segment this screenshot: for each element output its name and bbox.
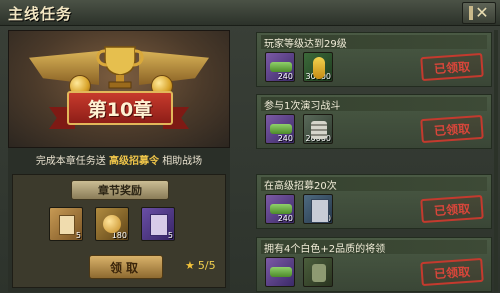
tank-icon[interactable] [265, 257, 295, 287]
chapter-label: 第10章 [87, 98, 153, 121]
task-row: 在高级招募20次 240 20 已领取 [256, 174, 492, 229]
chapter-banner: 第10章 [8, 30, 230, 148]
chapter-reward-header: 章节奖励 [71, 180, 169, 200]
claim-label: 领取 [109, 260, 142, 275]
window-title: 主线任务 [8, 5, 73, 23]
desc-highlight: 高级招募令 [109, 156, 159, 167]
corn-icon[interactable]: 30000 [303, 52, 333, 82]
status-label: 已领取 [433, 264, 471, 281]
task-name: 拥有4个白色+2品质的将领 [261, 240, 487, 255]
horse-icon[interactable] [303, 257, 333, 287]
tank-icon[interactable]: 240 [265, 114, 295, 144]
progress-value: 5/5 [197, 259, 216, 272]
item-qty: 30000 [305, 72, 331, 81]
item-qty: 5 [75, 231, 81, 240]
silver-icon[interactable]: 20000 [303, 114, 333, 144]
task-name: 在高级招募20次 [261, 177, 487, 192]
close-icon: ✕ [475, 3, 489, 22]
medal-icon[interactable]: 180 [95, 207, 129, 241]
task-row: 玩家等级达到29级 240 30000 已领取 [256, 32, 492, 87]
item-qty: 240 [277, 134, 293, 143]
task-list[interactable]: 玩家等级达到29级 240 30000 已领取 参与1次演习战斗 240 200… [256, 32, 492, 293]
claim-chapter-button[interactable]: 领取 [89, 255, 163, 279]
status-label: 已领取 [433, 121, 471, 138]
chapter-reward-items: 5 180 5 [49, 207, 175, 241]
chapter-progress: ★ 5/5 [185, 259, 216, 272]
scrollbar[interactable] [494, 30, 498, 292]
item-qty: 180 [111, 231, 127, 240]
scroll-icon[interactable]: 5 [49, 207, 83, 241]
item-qty: 5 [167, 231, 173, 240]
tank-icon[interactable]: 240 [265, 52, 295, 82]
status-label: 已领取 [433, 201, 471, 218]
tank-icon[interactable]: 240 [265, 194, 295, 224]
title-bar: 主线任务 ✕ [0, 0, 500, 26]
claimed-stamp: 已领取 [420, 257, 484, 287]
task-row: 参与1次演习战斗 240 20000 已领取 [256, 94, 492, 149]
chapter-reward-description: 完成本章任务送 高级招募令 相助战场 [8, 152, 230, 170]
item-qty: 20 [320, 214, 331, 223]
chapter-panel: 第10章 完成本章任务送 高级招募令 相助战场 章节奖励 5 180 5 领取 … [8, 30, 230, 292]
item-qty: 240 [277, 214, 293, 223]
task-name: 玩家等级达到29级 [261, 35, 487, 50]
item-qty: 20000 [305, 134, 331, 143]
claimed-stamp: 已领取 [420, 194, 484, 224]
claimed-stamp: 已领取 [420, 114, 484, 144]
manual-icon[interactable]: 20 [303, 194, 333, 224]
status-label: 已领取 [433, 59, 471, 76]
chapter-reward-box: 章节奖励 5 180 5 领取 ★ 5/5 [12, 174, 226, 288]
claimed-stamp: 已领取 [420, 52, 484, 82]
task-rewards: 240 20 [265, 194, 333, 224]
bar-icon [469, 6, 474, 20]
task-name: 参与1次演习战斗 [261, 97, 487, 112]
trophy-icon [96, 46, 144, 89]
desc-prefix: 完成本章任务送 [35, 156, 106, 167]
task-rewards: 240 20000 [265, 114, 333, 144]
reward-header-label: 章节奖励 [98, 184, 142, 197]
book-icon[interactable]: 5 [141, 207, 175, 241]
chapter-ribbon: 第10章 [67, 91, 173, 125]
close-button[interactable]: ✕ [462, 2, 496, 24]
task-row: 拥有4个白色+2品质的将领 已领取 [256, 237, 492, 292]
task-rewards [265, 257, 333, 287]
star-icon: ★ [185, 259, 195, 272]
desc-suffix: 相助战场 [162, 156, 203, 167]
item-qty: 240 [277, 72, 293, 81]
task-rewards: 240 30000 [265, 52, 333, 82]
wing-icon [139, 51, 209, 85]
